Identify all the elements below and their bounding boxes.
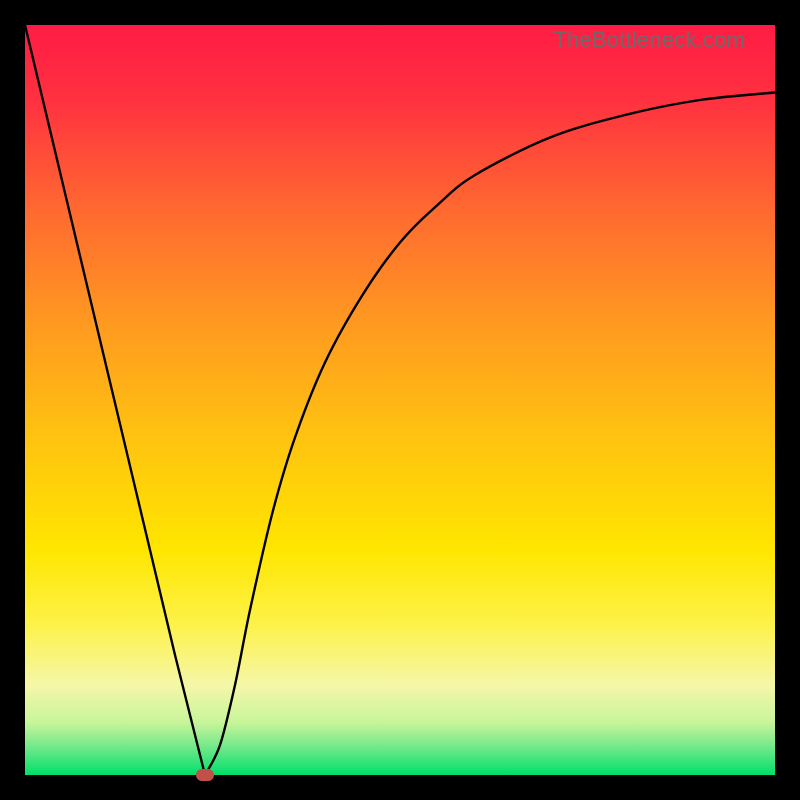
chart-frame: TheBottleneck.com (25, 25, 775, 775)
bottleneck-curve (25, 25, 775, 775)
min-marker (196, 769, 214, 781)
